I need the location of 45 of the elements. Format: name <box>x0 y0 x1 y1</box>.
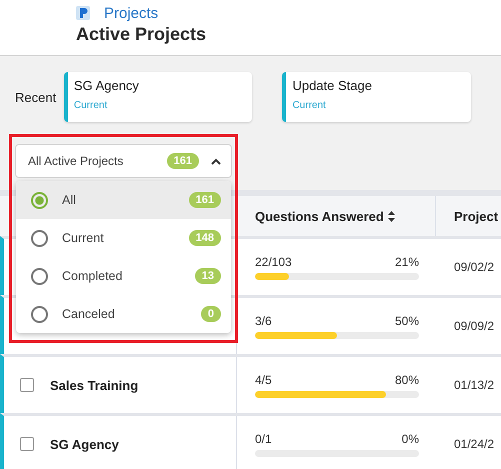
recent-project-card[interactable]: Update Stage Current <box>282 72 472 122</box>
breadcrumb-link[interactable]: Projects <box>104 4 158 22</box>
count-badge: 161 <box>188 192 221 208</box>
card-title: SG Agency <box>74 78 140 93</box>
count-badge: 148 <box>188 230 221 246</box>
recent-project-card[interactable]: SG Agency Current <box>64 72 252 122</box>
project-name[interactable]: SG Agency <box>50 436 119 452</box>
filter-option[interactable]: Completed 13 <box>16 257 231 295</box>
card-status: Current <box>74 100 108 111</box>
checkbox[interactable] <box>20 437 34 451</box>
page-title: Active Projects <box>76 24 208 45</box>
answered-count: 0/1 <box>255 432 272 446</box>
table-row[interactable]: SG Agency 0/1 0% 01/24/2 <box>0 413 501 469</box>
card-title: Update Stage <box>292 78 373 93</box>
filter-option[interactable]: Canceled 0 <box>16 295 231 333</box>
answered-count: 4/5 <box>255 372 272 386</box>
recent-label: Recent <box>15 90 58 104</box>
card-status: Current <box>292 100 327 111</box>
date-text: 09/02/2 <box>454 260 494 274</box>
radio-button[interactable] <box>31 192 48 208</box>
count-badge: 13 <box>194 268 221 284</box>
percent-text: 0% <box>402 432 419 446</box>
logo-icon <box>76 6 90 20</box>
radio-button[interactable] <box>31 306 48 322</box>
radio-button[interactable] <box>31 230 48 246</box>
answered-count: 3/6 <box>255 314 272 328</box>
percent-text: 50% <box>394 314 419 328</box>
percent-text: 80% <box>394 372 419 386</box>
sort-icon[interactable] <box>388 210 395 222</box>
percent-text: 21% <box>394 254 419 268</box>
column-header[interactable]: Project <box>454 208 498 224</box>
checkbox[interactable] <box>20 378 34 392</box>
answered-count: 22/103 <box>255 254 292 268</box>
caret-icon <box>211 158 221 164</box>
count-badge: 0 <box>200 306 221 322</box>
date-text: 01/13/2 <box>454 378 494 392</box>
radio-button[interactable] <box>31 268 48 284</box>
filter-dropdown[interactable]: All Active Projects 161 <box>15 144 232 178</box>
column-header[interactable]: Questions Answered <box>255 208 384 224</box>
date-text: 09/09/2 <box>454 319 494 333</box>
date-text: 01/24/2 <box>454 437 494 451</box>
count-badge: 161 <box>166 153 199 169</box>
project-name[interactable]: Sales Training <box>50 378 138 392</box>
filter-option[interactable]: All 161 <box>16 181 231 219</box>
table-row[interactable]: Sales Training 4/5 80% 01/13/2 <box>0 354 501 413</box>
